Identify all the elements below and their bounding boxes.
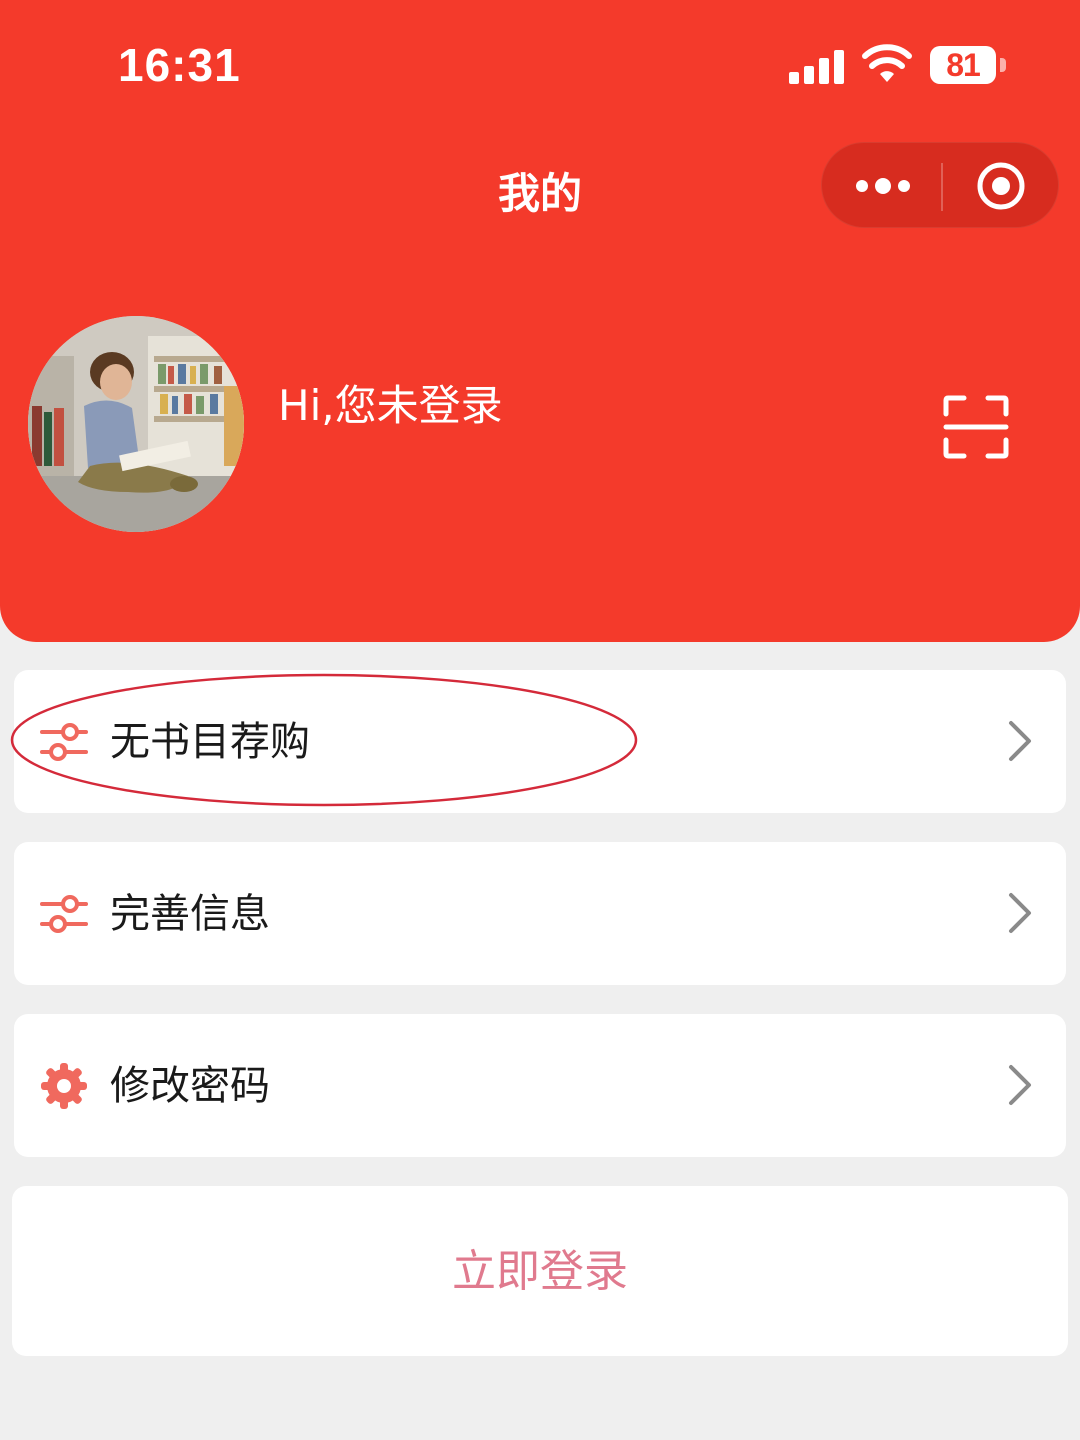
miniprogram-capsule: [821, 142, 1059, 228]
login-status-greeting[interactable]: Hi,您未登录: [278, 372, 503, 433]
login-button-label: 立即登录: [452, 1246, 628, 1297]
chevron-right-icon: [1009, 1065, 1031, 1105]
status-time: 16:31: [118, 39, 241, 91]
chevron-right-icon: [1009, 721, 1031, 761]
login-button[interactable]: 立即登录: [12, 1186, 1068, 1356]
menu-item-label: 完善信息: [110, 891, 270, 937]
more-dots-icon[interactable]: [850, 165, 916, 207]
wifi-icon: [862, 44, 912, 82]
avatar[interactable]: [28, 316, 244, 532]
avatar-image: [28, 316, 244, 532]
battery-icon: 81: [930, 46, 996, 84]
scan-icon[interactable]: [942, 394, 1010, 460]
status-bar: 16:31 81: [0, 0, 1080, 130]
annotation-ellipse: [10, 673, 638, 807]
menu-item-change-password[interactable]: 修改密码: [14, 1014, 1066, 1157]
sliders-icon: [40, 895, 88, 933]
profile-header: 16:31 81 我的 Hi,您未登录: [0, 0, 1080, 642]
chevron-right-icon: [1009, 893, 1031, 933]
target-close-icon[interactable]: [974, 159, 1028, 213]
menu-item-label: 修改密码: [110, 1063, 270, 1109]
cellular-signal-icon: [789, 48, 845, 84]
menu-item-complete-info[interactable]: 完善信息: [14, 842, 1066, 985]
capsule-divider: [941, 163, 943, 211]
gear-icon: [41, 1063, 87, 1109]
screen: 16:31 81 我的 Hi,您未登录 无书目荐购 完善信息 修改密码 立即登录: [0, 0, 1080, 1440]
battery-tip: [1000, 58, 1006, 72]
